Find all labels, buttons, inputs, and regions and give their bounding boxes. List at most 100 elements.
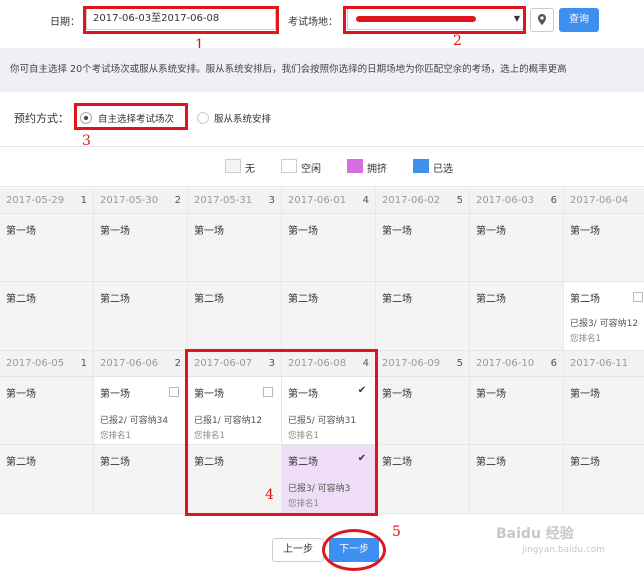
slot-rank: 您排名1 [100, 431, 131, 441]
slot-cell: 第一场 [470, 377, 563, 445]
day-column: 2017-06-02 5 第一场 第二场 [376, 188, 470, 351]
day-number: 5 [456, 358, 463, 369]
slot-cell: 第二场 [188, 282, 281, 351]
slot-cell: 第二场 [94, 445, 187, 514]
legend-swatch-crowded [347, 159, 363, 173]
slot-cell: 第一场 [94, 214, 187, 282]
day-date: 2017-05-29 [6, 195, 65, 206]
day-number: 5 [456, 195, 463, 206]
slot-cell: 第一场 [564, 214, 644, 282]
day-column: 2017-06-10 6 第一场 第二场 [470, 351, 564, 514]
slot-cell-available[interactable]: 第二场 已报3/ 可容纳12 您排名1 [564, 282, 644, 351]
day-header: 2017-06-05 1 [0, 351, 93, 377]
slot-label: 第一场 [288, 226, 318, 237]
day-number: 6 [550, 358, 557, 369]
slot-label: 第二场 [100, 294, 130, 305]
day-number: 1 [80, 195, 87, 206]
slot-cell: 第一场 [376, 214, 469, 282]
slot-registered: 已报2/ 可容纳34 [100, 416, 169, 426]
day-number: 1 [80, 358, 87, 369]
slot-label: 第二场 [476, 294, 506, 305]
venue-label: 考试场地： [288, 17, 338, 28]
slot-cell: 第一场 [470, 214, 563, 282]
day-date: 2017-06-10 [476, 358, 535, 369]
day-header: 2017-06-06 2 [94, 351, 187, 377]
slot-cell: 第一场 [564, 377, 644, 445]
date-label: 日期： [50, 17, 80, 28]
legend-swatch-selected [413, 159, 429, 173]
annotation-box-2 [343, 6, 526, 34]
slot-cell: 第一场 [376, 377, 469, 445]
slot-checkbox[interactable] [633, 292, 643, 302]
slot-label: 第二场 [382, 294, 412, 305]
legend-label-crowded: 拥挤 [367, 164, 387, 175]
slot-label: 第二场 [194, 294, 224, 305]
slot-checkbox[interactable] [169, 387, 179, 397]
day-header: 2017-05-31 3 [188, 188, 281, 214]
watermark-logo: Baidu 经验 [496, 526, 574, 542]
slot-label: 第一场 [100, 226, 130, 237]
day-number: 2 [174, 358, 181, 369]
annotation-box-1 [83, 6, 279, 34]
day-header: 2017-05-30 2 [94, 188, 187, 214]
day-header: 2017-06-01 4 [282, 188, 375, 214]
slot-rank: 您排名1 [570, 334, 601, 344]
annotation-box-3 [74, 103, 188, 130]
day-number: 4 [362, 195, 369, 206]
day-header: 2017-06-09 5 [376, 351, 469, 377]
legend-swatch-none [225, 159, 241, 173]
day-column: 2017-05-30 2 第一场 第二场 [94, 188, 188, 351]
day-header: 2017-06-03 6 [470, 188, 563, 214]
slot-label: 第一场 [476, 226, 506, 237]
slot-cell: 第二场 [376, 445, 469, 514]
day-date: 2017-06-06 [100, 358, 159, 369]
slot-cell: 第一场 [188, 214, 281, 282]
slot-cell: 第一场 [282, 214, 375, 282]
slot-cell: 第一场 [0, 214, 93, 282]
day-number: 3 [268, 195, 275, 206]
query-button[interactable]: 查询 [559, 8, 599, 32]
slot-cell: 第二场 [0, 282, 93, 351]
day-date: 2017-06-09 [382, 358, 441, 369]
legend-label-selected: 已选 [433, 164, 453, 175]
booking-method-label: 预约方式： [14, 112, 69, 125]
slot-cell: 第一场 [0, 377, 93, 445]
annotation-circle-5 [322, 529, 386, 571]
slot-cell: 第二场 [470, 445, 563, 514]
slot-cell: 第二场 [94, 282, 187, 351]
day-header: 2017-06-10 6 [470, 351, 563, 377]
radio-system-label: 服从系统安排 [214, 114, 272, 125]
slot-cell: 第二场 [282, 282, 375, 351]
slot-label: 第一场 [570, 226, 600, 237]
day-column: 2017-06-05 1 第一场 第二场 [0, 351, 94, 514]
slot-label: 第二场 [6, 457, 36, 468]
day-column: 2017-06-03 6 第一场 第二场 [470, 188, 564, 351]
annotation-number-2: 2 [453, 33, 462, 49]
slot-cell: 第二场 [470, 282, 563, 351]
slot-cell-available[interactable]: 第一场 已报2/ 可容纳34 您排名1 [94, 377, 187, 445]
legend-label-free: 空闲 [301, 164, 321, 175]
day-column: 2017-06-117 第一场 第二场 [564, 351, 644, 514]
day-header: 2017-06-117 [564, 351, 644, 377]
divider [0, 146, 644, 147]
annotation-box-4 [185, 349, 378, 516]
day-header: 2017-06-047 [564, 188, 644, 214]
day-date: 2017-06-01 [288, 195, 347, 206]
slot-label: 第一场 [570, 389, 600, 400]
day-header: 2017-05-29 1 [0, 188, 93, 214]
slot-label: 第二场 [570, 457, 600, 468]
day-column: 2017-05-29 1 第一场 第二场 [0, 188, 94, 351]
slot-label: 第二场 [476, 457, 506, 468]
day-number: 2 [174, 195, 181, 206]
legend-label-none: 无 [245, 164, 255, 175]
day-column: 2017-06-06 2 第一场 已报2/ 可容纳34 您排名1 第二场 [94, 351, 188, 514]
notice-banner: 你可自主选择 20个考试场次或服从系统安排。服从系统安排后，我们会按照你选择的日… [0, 48, 644, 92]
legend-swatch-free [281, 159, 297, 173]
day-column: 2017-06-09 5 第一场 第二场 [376, 351, 470, 514]
slot-label: 第一场 [382, 226, 412, 237]
prev-step-button[interactable]: 上一步 [272, 538, 324, 562]
day-header: 2017-06-02 5 [376, 188, 469, 214]
slot-cell: 第二场 [564, 445, 644, 514]
slot-label: 第一场 [6, 389, 36, 400]
location-button[interactable] [530, 8, 554, 32]
